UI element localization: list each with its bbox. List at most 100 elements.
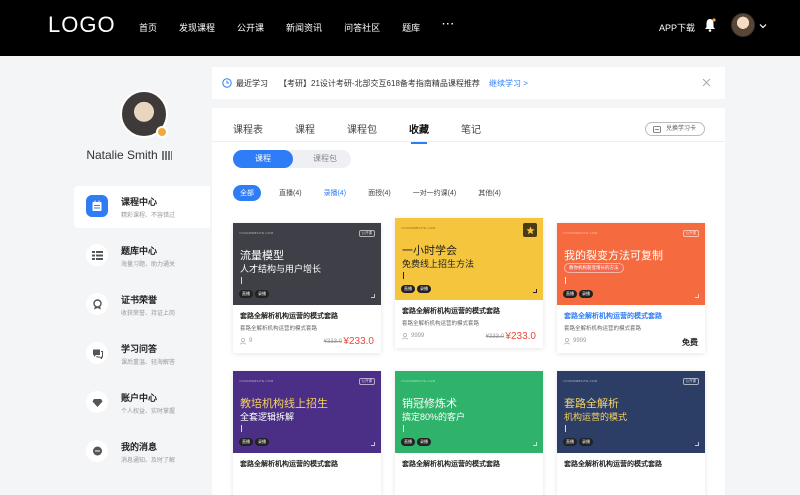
sidebar-item-certificates[interactable]: 证书荣誉 收获荣誉、持证上岗 — [74, 284, 210, 326]
cover-tag: 公开课 — [682, 378, 699, 385]
cover-accent — [403, 425, 404, 432]
segment-packages[interactable]: 课程包 — [295, 150, 355, 168]
badge-recorded: 录播 — [255, 438, 269, 446]
nav-question-bank[interactable]: 题库 — [402, 21, 420, 34]
filter-all[interactable]: 全部 — [233, 185, 261, 201]
sidebar-item-messages[interactable]: 我的消息 消息通知、及时了解 — [74, 431, 210, 473]
user-avatar[interactable] — [731, 13, 755, 37]
cover-subtitle: 免费线上招生方法 — [402, 259, 475, 269]
course-card[interactable]: YOURWEBSITE.COM 一小时学会 免费线上招生方法 直播 录播 套路全… — [395, 218, 543, 348]
nav-open-class[interactable]: 公开课 — [237, 21, 264, 34]
sidebar-item-question-bank[interactable]: 题库中心 海量习题、助力通关 — [74, 235, 210, 277]
current-price: ¥233.0 — [505, 331, 536, 342]
filter-other[interactable]: 其他(4) — [478, 188, 501, 198]
nav-news[interactable]: 新闻资讯 — [286, 21, 322, 34]
filter-one-on-one[interactable]: 一对一约课(4) — [413, 188, 457, 198]
cover-badges: 直播 录播 — [401, 285, 433, 293]
course-card[interactable]: YOURWEBSITE.COM 公开课 流量模型 人才结构与用户增长 直播 录播… — [233, 223, 381, 353]
course-cover: YOURWEBSITE.COM 公开课 教培机构线上招生 全套逻辑拆解 直播 录… — [233, 371, 381, 453]
sidebar-item-desc: 个人权益、实时掌握 — [121, 409, 176, 415]
badge-live: 直播 — [239, 438, 253, 446]
segment-courses[interactable]: 课程 — [233, 150, 293, 168]
sidebar-item-title: 学习问答 — [121, 344, 158, 354]
sidebar-menu: 课程中心 精彩课程、不容错过 题库中心 海量习题、助力通关 证书荣誉 收获荣誉、… — [74, 186, 210, 480]
sidebar-item-qa[interactable]: 学习问答 课后重温、轻海解答 — [74, 333, 210, 375]
cover-site: YOURWEBSITE.COM — [239, 379, 274, 383]
nav-home[interactable]: 首页 — [139, 21, 157, 34]
course-subtitle: 套路全解析机构运营的模式套路 — [564, 326, 642, 332]
cover-accent — [565, 277, 566, 284]
user-icon — [402, 333, 408, 340]
cover-accent — [241, 425, 242, 432]
recent-course-title[interactable]: 【考研】21设计考研-北部交互618备考指南精品课程推荐 — [279, 78, 480, 89]
nav-qa[interactable]: 问答社区 — [344, 21, 380, 34]
cover-site: YOURWEBSITE.COM — [563, 231, 598, 235]
course-footer: 9999 ¥333.0 ¥233.0 — [402, 331, 536, 342]
cover-accent — [403, 272, 404, 279]
cover-site: YOURWEBSITE.COM — [401, 226, 436, 230]
cover-site: YOURWEBSITE.COM — [563, 379, 598, 383]
nav-discover[interactable]: 发现课程 — [179, 21, 215, 34]
course-title: 套路全解析机构运营的模式套路 — [240, 313, 338, 320]
badge-live: 直播 — [401, 285, 415, 293]
course-card[interactable]: YOURWEBSITE.COM 公开课 套路全解析 机构运营的模式 直播 录播 … — [557, 371, 705, 495]
current-price: ¥233.0 — [343, 336, 374, 347]
chevron-down-icon[interactable] — [759, 22, 767, 30]
filter-live[interactable]: 直播(4) — [279, 188, 302, 198]
corner-mark — [533, 442, 537, 446]
recent-study-label: 最近学习 — [236, 79, 268, 88]
course-title: 套路全解析机构运营的模式套路 — [564, 461, 662, 468]
course-cover: YOURWEBSITE.COM 一小时学会 免费线上招生方法 直播 录播 — [395, 218, 543, 300]
cover-subtitle: 全套逻辑拆解 — [240, 412, 295, 422]
cover-subtitle: 人才结构与用户增长 — [240, 264, 322, 274]
user-icon — [240, 338, 246, 345]
course-card[interactable]: YOURWEBSITE.COM 公开课 我的裂变方法可复制 教你机构裂变增长的方… — [557, 223, 705, 353]
course-card[interactable]: YOURWEBSITE.COM 公开课 教培机构线上招生 全套逻辑拆解 直播 录… — [233, 371, 381, 495]
tab-divider — [212, 141, 725, 142]
sidebar-item-title: 证书荣誉 — [121, 295, 158, 305]
filter-recorded[interactable]: 录播(4) — [324, 188, 347, 198]
cover-site: YOURWEBSITE.COM — [239, 231, 274, 235]
sidebar-item-desc: 精彩课程、不容错过 — [121, 213, 176, 219]
cover-title: 我的裂变方法可复制 — [564, 250, 663, 262]
medal-icon — [86, 293, 108, 315]
main-panel: 课程表 课程 课程包 收藏 笔记 兑换学习卡 课程 课程包 全部 直播(4) 录… — [212, 108, 725, 495]
student-count: 9999 — [573, 338, 587, 344]
continue-study-link[interactable]: 继续学习 > — [489, 78, 528, 89]
sidebar-item-title: 我的消息 — [121, 442, 158, 452]
nav-menu: 首页 发现课程 公开课 新闻资讯 问答社区 题库 ··· — [139, 19, 455, 34]
course-cover: YOURWEBSITE.COM 公开课 流量模型 人才结构与用户增长 直播 录播 — [233, 223, 381, 305]
clock-icon — [222, 78, 232, 88]
nav-more-icon[interactable]: ··· — [442, 19, 455, 34]
vip-badge-icon — [156, 126, 168, 138]
favorite-star-icon[interactable] — [523, 223, 537, 237]
cover-tag: 公开课 — [682, 230, 699, 237]
cover-badges: 直播 录播 — [401, 438, 433, 446]
redeem-card-button[interactable]: 兑换学习卡 — [645, 122, 706, 136]
cover-badges: 直播 录播 — [239, 438, 271, 446]
logo[interactable]: LOGO — [48, 12, 116, 38]
course-card[interactable]: YOURWEBSITE.COM 销冠修炼术 搞定80%的客户 直播 录播 套路全… — [395, 371, 543, 495]
sidebar-item-title: 账户中心 — [121, 393, 158, 403]
course-subtitle: 套路全解析机构运营的模式套路 — [240, 326, 318, 332]
course-title: 套路全解析机构运营的模式套路 — [240, 461, 338, 468]
sidebar-item-account[interactable]: 账户中心 个人权益、实时掌握 — [74, 382, 210, 424]
top-nav: LOGO 首页 发现课程 公开课 新闻资讯 问答社区 题库 ··· APP下载 — [0, 0, 800, 56]
qrcode-icon[interactable] — [161, 151, 172, 160]
corner-mark — [533, 289, 537, 293]
recent-study-bar: 最近学习 【考研】21设计考研-北部交互618备考指南精品课程推荐 继续学习 > — [212, 67, 725, 99]
cover-title: 销冠修炼术 — [402, 398, 457, 410]
app-download-link[interactable]: APP下载 — [659, 21, 695, 34]
type-segment: 课程 课程包 — [233, 150, 351, 168]
cover-subtitle: 机构运营的模式 — [564, 412, 628, 422]
cover-title: 套路全解析 — [564, 398, 619, 410]
filter-in-person[interactable]: 面授(4) — [368, 188, 391, 198]
corner-mark — [371, 442, 375, 446]
sidebar-item-course-center[interactable]: 课程中心 精彩课程、不容错过 — [74, 186, 210, 228]
sidebar-item-desc: 收获荣誉、持证上岗 — [121, 311, 176, 317]
list-icon — [86, 244, 108, 266]
badge-live: 直播 — [563, 438, 577, 446]
close-icon[interactable] — [702, 78, 711, 87]
course-title: 套路全解析机构运营的模式套路 — [402, 461, 500, 468]
bell-icon[interactable] — [704, 18, 716, 32]
